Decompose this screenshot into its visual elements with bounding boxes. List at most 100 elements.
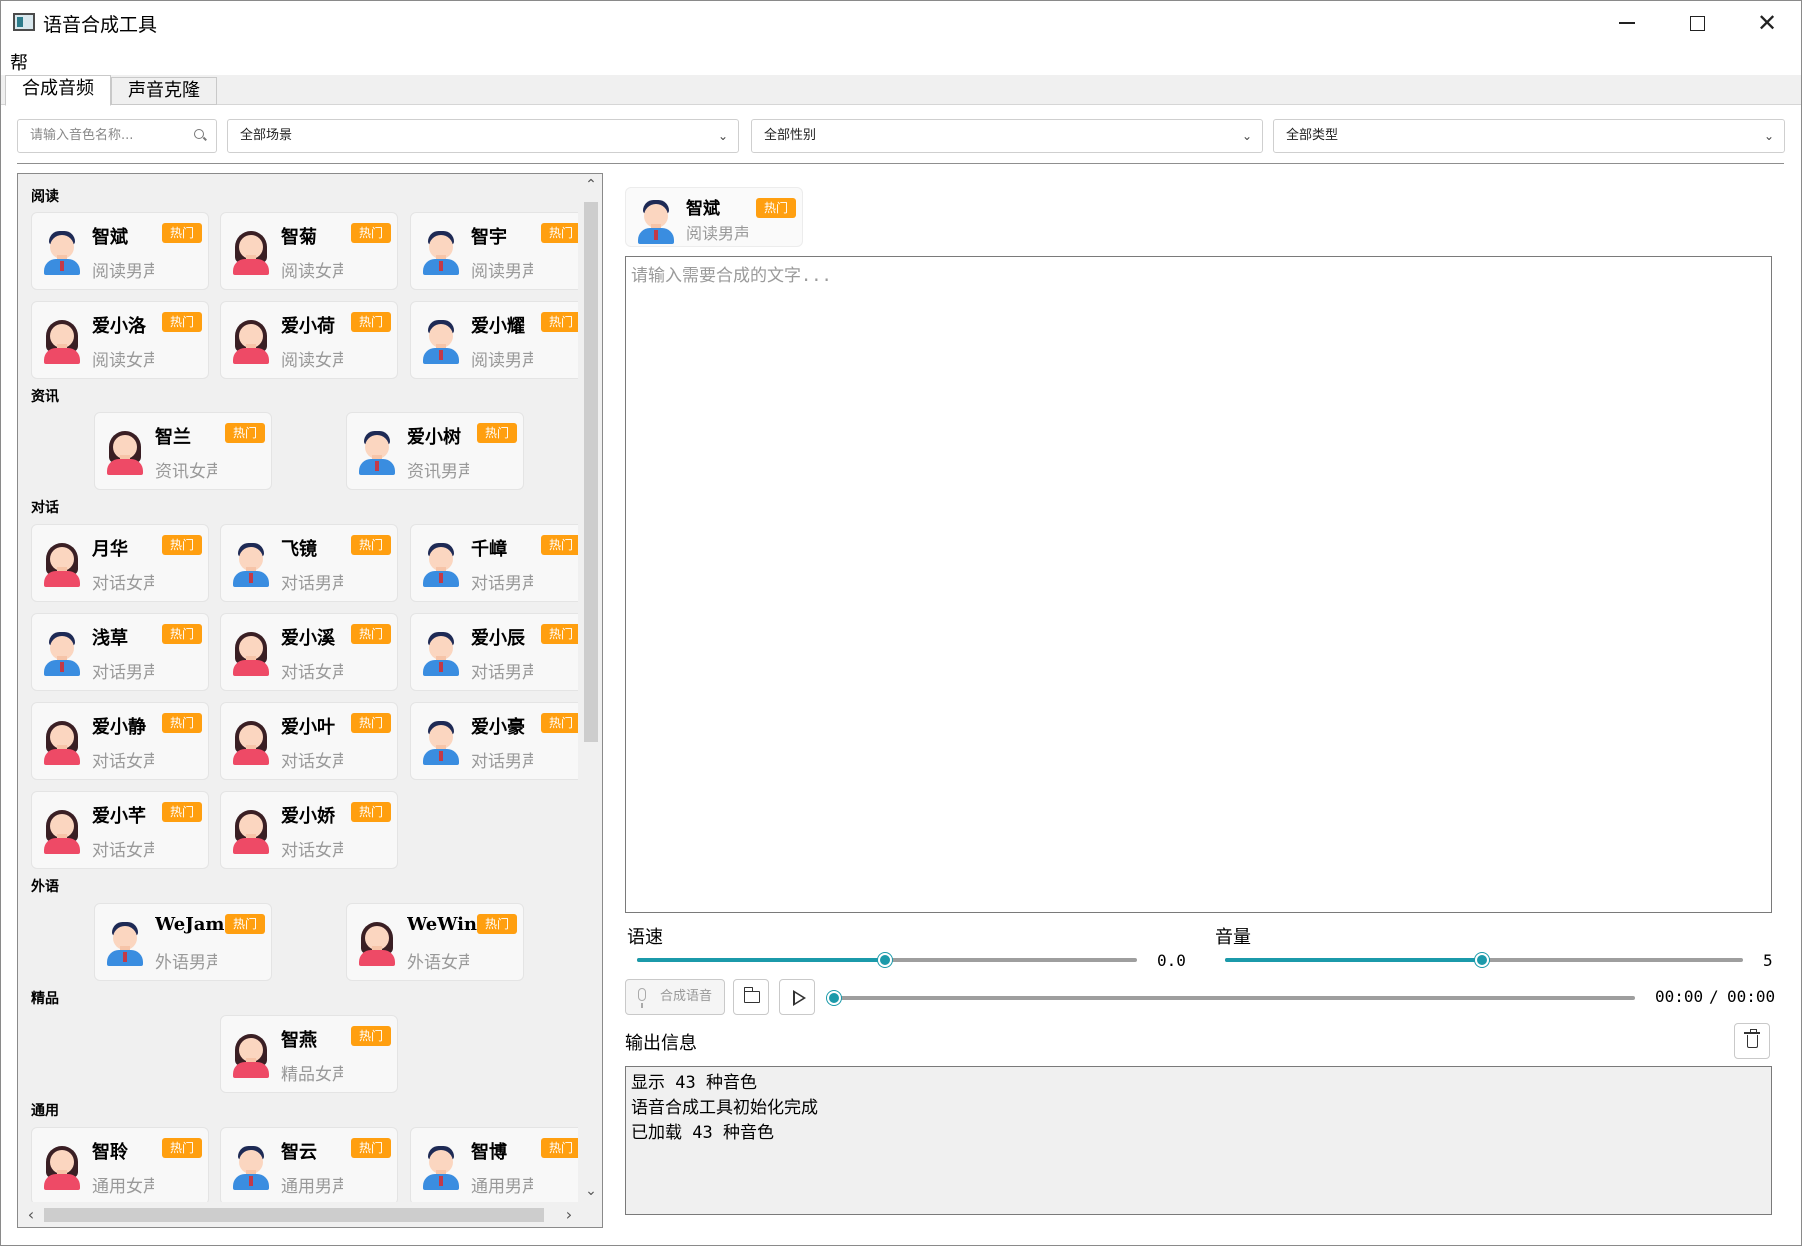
voice-card[interactable]: 爱小树 资讯男声 热门 bbox=[346, 412, 524, 490]
voice-card[interactable]: 智斌 阅读男声 热门 bbox=[31, 212, 209, 290]
title-bar: 语音合成工具 ✕ bbox=[1, 1, 1801, 45]
hot-badge: 热门 bbox=[351, 802, 391, 822]
category-label-news: 资讯 bbox=[31, 389, 59, 405]
maximize-button[interactable] bbox=[1664, 1, 1730, 45]
close-button[interactable]: ✕ bbox=[1734, 1, 1800, 45]
voice-card[interactable]: 爱小洛 阅读女声 热门 bbox=[31, 301, 209, 379]
voice-card[interactable]: 爱小娇 对话女声 热门 bbox=[220, 791, 398, 869]
voice-desc: 对话男声 bbox=[471, 663, 533, 683]
voice-card[interactable]: 爱小耀 阅读男声 热门 bbox=[410, 301, 578, 379]
scrollbar-thumb[interactable] bbox=[44, 1208, 544, 1222]
voice-name: 爱小叶 bbox=[281, 717, 335, 738]
scrollbar-thumb[interactable] bbox=[584, 202, 598, 742]
avatar bbox=[42, 229, 82, 275]
gender-select-value: 全部性别 bbox=[764, 128, 817, 143]
voice-desc: 阅读男声 bbox=[471, 351, 533, 371]
voice-card[interactable]: 千嶂 对话男声 热门 bbox=[410, 524, 578, 602]
voice-desc: 阅读女声 bbox=[281, 262, 343, 282]
hot-badge: 热门 bbox=[477, 914, 517, 934]
window-title: 语音合成工具 bbox=[43, 14, 158, 36]
avatar bbox=[421, 229, 461, 275]
minimize-button[interactable] bbox=[1594, 1, 1660, 45]
volume-label: 音量 bbox=[1215, 927, 1251, 948]
synthesize-button[interactable]: 合成语音 bbox=[625, 979, 725, 1015]
scene-select[interactable]: 全部场景 ⌄ bbox=[227, 119, 739, 153]
chevron-down-icon: ⌄ bbox=[1241, 129, 1252, 143]
scene-select-value: 全部场景 bbox=[240, 128, 293, 143]
scroll-up-icon[interactable]: ⌃ bbox=[580, 174, 602, 196]
speed-slider-handle[interactable] bbox=[878, 953, 892, 967]
synthesis-text-input[interactable] bbox=[625, 256, 1772, 913]
voice-card[interactable]: 月华 对话女声 热门 bbox=[31, 524, 209, 602]
avatar bbox=[42, 719, 82, 765]
avatar bbox=[357, 920, 397, 966]
voice-desc: 对话女声 bbox=[281, 752, 343, 772]
voice-desc: 阅读男声 bbox=[92, 262, 154, 282]
voice-card[interactable]: 智云 通用男声 热门 bbox=[220, 1127, 398, 1202]
type-select[interactable]: 全部类型 ⌄ bbox=[1273, 119, 1785, 153]
scroll-right-icon[interactable]: › bbox=[558, 1203, 580, 1227]
hot-badge: 热门 bbox=[351, 624, 391, 644]
voice-name: 智斌 bbox=[92, 227, 128, 248]
hot-badge: 热门 bbox=[351, 713, 391, 733]
avatar bbox=[421, 719, 461, 765]
voice-card[interactable]: 浅草 对话男声 热门 bbox=[31, 613, 209, 691]
voice-card[interactable]: 智兰 资讯女声 热门 bbox=[94, 412, 272, 490]
voice-card[interactable]: 智宇 阅读男声 热门 bbox=[410, 212, 578, 290]
hot-badge: 热门 bbox=[541, 713, 578, 733]
hot-badge: 热门 bbox=[162, 535, 202, 555]
voice-card[interactable]: 飞镜 对话男声 热门 bbox=[220, 524, 398, 602]
hot-badge: 热门 bbox=[162, 1138, 202, 1158]
horizontal-scrollbar[interactable]: ‹ › bbox=[18, 1203, 602, 1227]
voice-desc: 阅读女声 bbox=[92, 351, 154, 371]
avatar bbox=[421, 318, 461, 364]
selected-voice-desc: 阅读男声 bbox=[686, 224, 748, 243]
search-input[interactable] bbox=[30, 120, 190, 151]
hot-badge: 热门 bbox=[541, 223, 578, 243]
scroll-down-icon[interactable]: ⌄ bbox=[580, 1180, 602, 1202]
hot-badge: 热门 bbox=[541, 312, 578, 332]
voice-card[interactable]: WeWinny 外语女声热门 bbox=[346, 903, 524, 981]
chevron-down-icon: ⌄ bbox=[1763, 129, 1774, 143]
clear-output-button[interactable] bbox=[1734, 1023, 1770, 1059]
output-log: 显示 43 种音色 语音合成工具初始化完成 已加载 43 种音色 bbox=[625, 1066, 1772, 1215]
voice-card[interactable]: 智博 通用男声 热门 bbox=[410, 1127, 578, 1202]
voice-name: 智宇 bbox=[471, 227, 507, 248]
voice-card[interactable]: 爱小荷 阅读女声 热门 bbox=[220, 301, 398, 379]
playback-progress-handle[interactable] bbox=[827, 991, 841, 1005]
voice-card[interactable]: 智燕 精品女声 热门 bbox=[220, 1015, 398, 1093]
avatar bbox=[231, 630, 271, 676]
voice-card[interactable]: 爱小叶对话女声 热门 bbox=[220, 702, 398, 780]
voice-card[interactable]: WeJames 外语男声热门 bbox=[94, 903, 272, 981]
divider bbox=[17, 163, 1784, 164]
voice-name: 飞镜 bbox=[281, 539, 317, 560]
voice-name: 爱小树 bbox=[407, 427, 461, 448]
tab-synthesize[interactable]: 合成音频 bbox=[5, 75, 111, 106]
voice-name: 千嶂 bbox=[471, 539, 507, 560]
close-icon: ✕ bbox=[1756, 9, 1778, 37]
maximize-icon bbox=[1689, 15, 1705, 31]
voice-card[interactable]: 爱小辰 对话男声 热门 bbox=[410, 613, 578, 691]
voice-name: 爱小芊 bbox=[92, 806, 146, 827]
tab-voice-clone[interactable]: 声音克隆 bbox=[111, 77, 217, 105]
volume-slider-handle[interactable] bbox=[1475, 953, 1489, 967]
voice-card[interactable]: 智菊 阅读女声 热门 bbox=[220, 212, 398, 290]
speed-label: 语速 bbox=[627, 927, 663, 948]
gender-select[interactable]: 全部性别 ⌄ bbox=[751, 119, 1263, 153]
avatar bbox=[105, 920, 145, 966]
volume-value: 5 bbox=[1763, 951, 1773, 970]
voice-card[interactable]: 爱小溪 对话女声 热门 bbox=[220, 613, 398, 691]
voice-desc: 精品女声 bbox=[281, 1065, 343, 1085]
voice-card[interactable]: 爱小芊 对话女声 热门 bbox=[31, 791, 209, 869]
voice-desc: 通用男声 bbox=[471, 1177, 533, 1197]
speed-slider[interactable] bbox=[637, 953, 1137, 967]
voice-card[interactable]: 智聆 通用女声 热门 bbox=[31, 1127, 209, 1202]
scroll-left-icon[interactable]: ‹ bbox=[20, 1203, 42, 1227]
play-button[interactable] bbox=[779, 979, 815, 1015]
voice-card[interactable]: 爱小静 对话女声 热门 bbox=[31, 702, 209, 780]
voice-card[interactable]: 爱小豪 对话男声 热门 bbox=[410, 702, 578, 780]
open-folder-button[interactable] bbox=[733, 979, 769, 1015]
volume-slider[interactable] bbox=[1225, 953, 1743, 967]
playback-progress[interactable] bbox=[827, 991, 1635, 1005]
vertical-scrollbar[interactable]: ⌃ ⌄ bbox=[580, 174, 602, 1202]
